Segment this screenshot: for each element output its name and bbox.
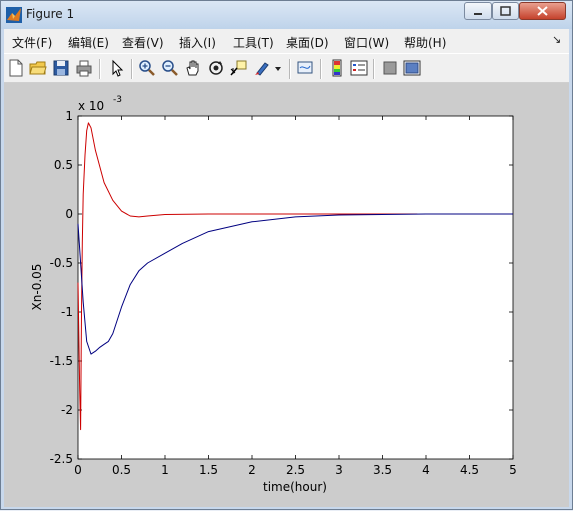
minimize-icon bbox=[474, 13, 482, 15]
figure-window: Figure 1 文件(F) 编辑(E) 查看(V) 插入(I) 工具(T) 桌… bbox=[0, 0, 573, 510]
y-exponent-label: x 10 bbox=[78, 99, 104, 113]
axes-area[interactable] bbox=[77, 115, 514, 460]
y-tick-label: -1.5 bbox=[50, 354, 73, 368]
dropdown-arrow-icon[interactable] bbox=[273, 59, 283, 77]
x-axis-label: time(hour) bbox=[263, 480, 327, 494]
menu-bar: 文件(F) 编辑(E) 查看(V) 插入(I) 工具(T) 桌面(D) 窗口(W… bbox=[4, 29, 569, 53]
menu-desktop[interactable]: 桌面(D) bbox=[286, 34, 329, 51]
rotate-3d-icon[interactable] bbox=[207, 59, 225, 77]
y-axis-label: Xn-0.05 bbox=[30, 264, 44, 311]
window-title: Figure 1 bbox=[26, 7, 75, 21]
pan-hand-icon[interactable] bbox=[184, 59, 202, 77]
x-tick-label: 1.5 bbox=[199, 463, 218, 477]
menu-tools[interactable]: 工具(T) bbox=[233, 34, 274, 51]
x-tick-label: 4.5 bbox=[460, 463, 479, 477]
x-tick-label: 5 bbox=[509, 463, 517, 477]
matlab-logo-icon bbox=[6, 7, 22, 23]
new-figure-icon[interactable] bbox=[7, 59, 25, 77]
figure-canvas: 0 0.5 1 1.5 2 2.5 3 3.5 4 4.5 5 1 0.5 0 -0.5 -1 -1.5 -2 -2… bbox=[4, 83, 569, 507]
y-tick-label: 0.5 bbox=[54, 158, 73, 172]
print-icon[interactable] bbox=[75, 59, 93, 77]
y-tick-label: 0 bbox=[65, 207, 73, 221]
y-tick-label: -2.5 bbox=[50, 452, 73, 466]
title-bar[interactable]: Figure 1 bbox=[1, 1, 572, 29]
save-icon[interactable] bbox=[52, 59, 70, 77]
colorbar-icon[interactable] bbox=[328, 59, 346, 77]
data-cursor-icon[interactable] bbox=[229, 59, 247, 77]
y-tick-label: -2 bbox=[61, 403, 73, 417]
close-icon bbox=[537, 6, 548, 16]
menu-window[interactable]: 窗口(W) bbox=[344, 34, 389, 51]
zoom-out-icon[interactable] bbox=[161, 59, 179, 77]
menu-help[interactable]: 帮助(H) bbox=[404, 34, 446, 51]
maximize-icon bbox=[500, 6, 511, 16]
y-exponent-power: -3 bbox=[113, 95, 122, 105]
menu-view[interactable]: 查看(V) bbox=[122, 34, 164, 51]
legend-icon[interactable] bbox=[350, 59, 368, 77]
menu-file[interactable]: 文件(F) bbox=[12, 34, 52, 51]
y-tick-label: -1 bbox=[61, 305, 73, 319]
minimize-button[interactable] bbox=[464, 2, 492, 20]
link-plot-icon[interactable] bbox=[296, 59, 314, 77]
hide-plot-tools-icon[interactable] bbox=[381, 59, 399, 77]
y-tick-label: -0.5 bbox=[50, 256, 73, 270]
x-tick-label: 3.5 bbox=[373, 463, 392, 477]
plot-svg[interactable]: 0 0.5 1 1.5 2 2.5 3 3.5 4 4.5 5 1 0.5 0 -0.5 -1 -1.5 -2 -2… bbox=[4, 83, 569, 507]
menu-edit[interactable]: 编辑(E) bbox=[68, 34, 109, 51]
x-tick-label: 2 bbox=[248, 463, 256, 477]
pointer-icon[interactable] bbox=[108, 59, 126, 77]
x-tick-label: 0.5 bbox=[112, 463, 131, 477]
x-tick-label: 3 bbox=[335, 463, 343, 477]
menu-insert[interactable]: 插入(I) bbox=[179, 34, 216, 51]
zoom-in-icon[interactable] bbox=[138, 59, 156, 77]
x-tick-label: 4 bbox=[422, 463, 430, 477]
brush-icon[interactable] bbox=[253, 59, 271, 77]
show-plot-tools-icon[interactable] bbox=[403, 59, 421, 77]
x-tick-label: 0 bbox=[74, 463, 82, 477]
x-tick-label: 2.5 bbox=[286, 463, 305, 477]
y-tick-label: 1 bbox=[65, 109, 73, 123]
maximize-button[interactable] bbox=[492, 2, 519, 20]
open-file-icon[interactable] bbox=[29, 59, 47, 77]
x-tick-label: 1 bbox=[161, 463, 169, 477]
toolbar bbox=[4, 53, 569, 83]
close-button[interactable] bbox=[519, 2, 566, 20]
menu-overflow-icon[interactable]: ↘ bbox=[552, 33, 561, 46]
